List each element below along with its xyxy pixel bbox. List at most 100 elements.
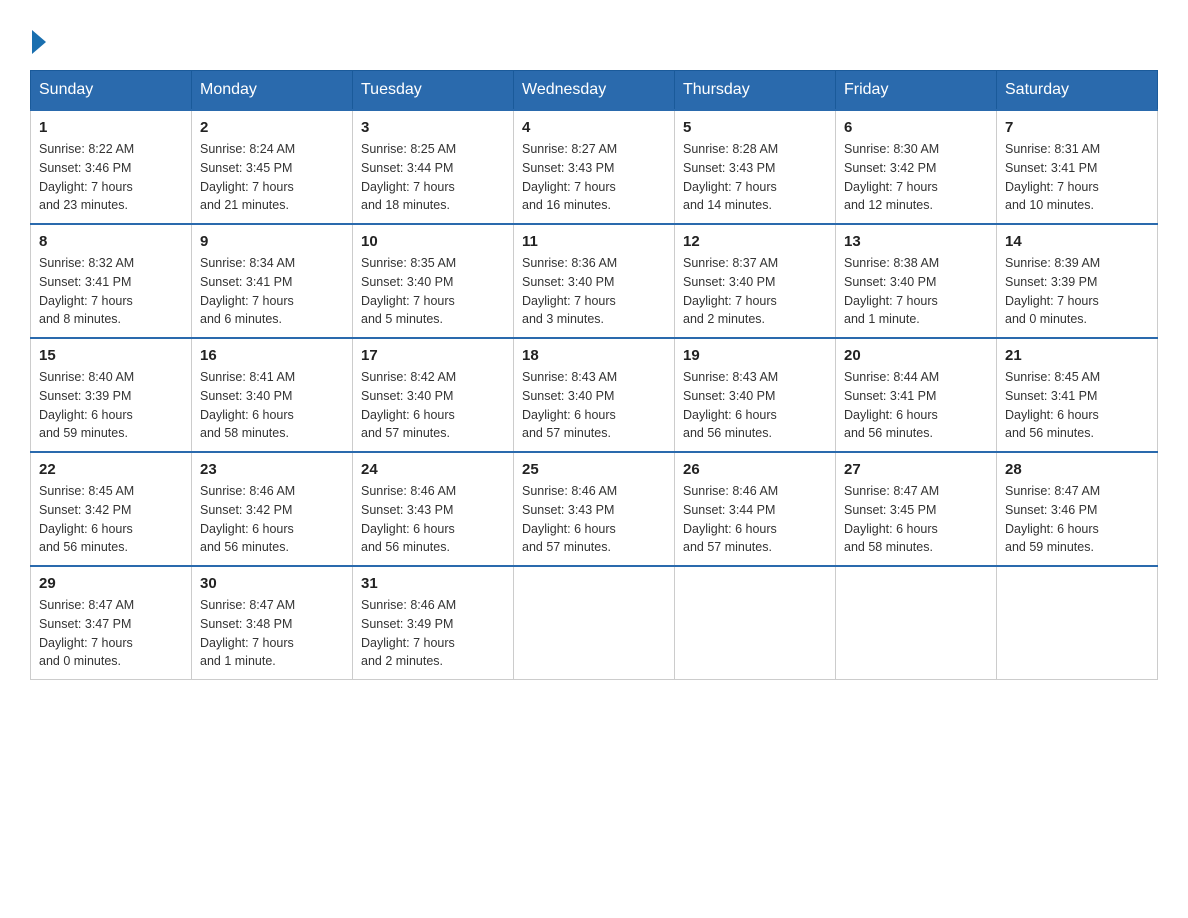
day-number: 24 (361, 461, 505, 478)
calendar-week-row: 22 Sunrise: 8:45 AM Sunset: 3:42 PM Dayl… (31, 452, 1158, 566)
calendar-week-row: 29 Sunrise: 8:47 AM Sunset: 3:47 PM Dayl… (31, 566, 1158, 680)
day-info: Sunrise: 8:39 AM Sunset: 3:39 PM Dayligh… (1005, 254, 1149, 329)
day-info: Sunrise: 8:36 AM Sunset: 3:40 PM Dayligh… (522, 254, 666, 329)
calendar-cell: 7 Sunrise: 8:31 AM Sunset: 3:41 PM Dayli… (997, 110, 1158, 224)
day-info: Sunrise: 8:45 AM Sunset: 3:41 PM Dayligh… (1005, 368, 1149, 443)
calendar-cell: 30 Sunrise: 8:47 AM Sunset: 3:48 PM Dayl… (192, 566, 353, 680)
day-info: Sunrise: 8:45 AM Sunset: 3:42 PM Dayligh… (39, 482, 183, 557)
day-info: Sunrise: 8:46 AM Sunset: 3:43 PM Dayligh… (361, 482, 505, 557)
day-number: 13 (844, 233, 988, 250)
day-number: 22 (39, 461, 183, 478)
day-info: Sunrise: 8:31 AM Sunset: 3:41 PM Dayligh… (1005, 140, 1149, 215)
day-number: 26 (683, 461, 827, 478)
day-info: Sunrise: 8:42 AM Sunset: 3:40 PM Dayligh… (361, 368, 505, 443)
calendar-cell: 20 Sunrise: 8:44 AM Sunset: 3:41 PM Dayl… (836, 338, 997, 452)
day-number: 29 (39, 575, 183, 592)
calendar-cell (836, 566, 997, 680)
day-info: Sunrise: 8:47 AM Sunset: 3:45 PM Dayligh… (844, 482, 988, 557)
day-number: 19 (683, 347, 827, 364)
calendar-header-wednesday: Wednesday (514, 71, 675, 111)
calendar-cell: 28 Sunrise: 8:47 AM Sunset: 3:46 PM Dayl… (997, 452, 1158, 566)
day-info: Sunrise: 8:46 AM Sunset: 3:49 PM Dayligh… (361, 596, 505, 671)
calendar-header-sunday: Sunday (31, 71, 192, 111)
calendar-header-saturday: Saturday (997, 71, 1158, 111)
day-number: 20 (844, 347, 988, 364)
calendar-cell: 26 Sunrise: 8:46 AM Sunset: 3:44 PM Dayl… (675, 452, 836, 566)
calendar-cell: 9 Sunrise: 8:34 AM Sunset: 3:41 PM Dayli… (192, 224, 353, 338)
day-info: Sunrise: 8:43 AM Sunset: 3:40 PM Dayligh… (522, 368, 666, 443)
calendar-cell: 8 Sunrise: 8:32 AM Sunset: 3:41 PM Dayli… (31, 224, 192, 338)
logo (30, 30, 46, 50)
day-info: Sunrise: 8:46 AM Sunset: 3:42 PM Dayligh… (200, 482, 344, 557)
page-header (30, 30, 1158, 50)
calendar-header-row: SundayMondayTuesdayWednesdayThursdayFrid… (31, 71, 1158, 111)
calendar-cell: 23 Sunrise: 8:46 AM Sunset: 3:42 PM Dayl… (192, 452, 353, 566)
calendar-cell: 27 Sunrise: 8:47 AM Sunset: 3:45 PM Dayl… (836, 452, 997, 566)
calendar-cell: 19 Sunrise: 8:43 AM Sunset: 3:40 PM Dayl… (675, 338, 836, 452)
calendar-cell: 22 Sunrise: 8:45 AM Sunset: 3:42 PM Dayl… (31, 452, 192, 566)
calendar-week-row: 15 Sunrise: 8:40 AM Sunset: 3:39 PM Dayl… (31, 338, 1158, 452)
day-number: 7 (1005, 119, 1149, 136)
day-number: 15 (39, 347, 183, 364)
day-number: 4 (522, 119, 666, 136)
day-info: Sunrise: 8:41 AM Sunset: 3:40 PM Dayligh… (200, 368, 344, 443)
calendar-cell: 2 Sunrise: 8:24 AM Sunset: 3:45 PM Dayli… (192, 110, 353, 224)
day-number: 6 (844, 119, 988, 136)
calendar-header-tuesday: Tuesday (353, 71, 514, 111)
day-number: 5 (683, 119, 827, 136)
day-number: 16 (200, 347, 344, 364)
day-number: 31 (361, 575, 505, 592)
calendar-cell: 15 Sunrise: 8:40 AM Sunset: 3:39 PM Dayl… (31, 338, 192, 452)
calendar-cell: 12 Sunrise: 8:37 AM Sunset: 3:40 PM Dayl… (675, 224, 836, 338)
calendar-cell: 6 Sunrise: 8:30 AM Sunset: 3:42 PM Dayli… (836, 110, 997, 224)
day-number: 11 (522, 233, 666, 250)
day-number: 25 (522, 461, 666, 478)
day-info: Sunrise: 8:35 AM Sunset: 3:40 PM Dayligh… (361, 254, 505, 329)
calendar-table: SundayMondayTuesdayWednesdayThursdayFrid… (30, 70, 1158, 680)
calendar-header-monday: Monday (192, 71, 353, 111)
calendar-cell (997, 566, 1158, 680)
calendar-cell: 13 Sunrise: 8:38 AM Sunset: 3:40 PM Dayl… (836, 224, 997, 338)
day-info: Sunrise: 8:47 AM Sunset: 3:46 PM Dayligh… (1005, 482, 1149, 557)
calendar-cell: 29 Sunrise: 8:47 AM Sunset: 3:47 PM Dayl… (31, 566, 192, 680)
day-info: Sunrise: 8:46 AM Sunset: 3:43 PM Dayligh… (522, 482, 666, 557)
day-info: Sunrise: 8:27 AM Sunset: 3:43 PM Dayligh… (522, 140, 666, 215)
calendar-cell: 3 Sunrise: 8:25 AM Sunset: 3:44 PM Dayli… (353, 110, 514, 224)
calendar-cell: 5 Sunrise: 8:28 AM Sunset: 3:43 PM Dayli… (675, 110, 836, 224)
day-info: Sunrise: 8:30 AM Sunset: 3:42 PM Dayligh… (844, 140, 988, 215)
calendar-cell: 31 Sunrise: 8:46 AM Sunset: 3:49 PM Dayl… (353, 566, 514, 680)
calendar-cell: 1 Sunrise: 8:22 AM Sunset: 3:46 PM Dayli… (31, 110, 192, 224)
calendar-cell: 14 Sunrise: 8:39 AM Sunset: 3:39 PM Dayl… (997, 224, 1158, 338)
calendar-week-row: 8 Sunrise: 8:32 AM Sunset: 3:41 PM Dayli… (31, 224, 1158, 338)
day-number: 30 (200, 575, 344, 592)
day-info: Sunrise: 8:22 AM Sunset: 3:46 PM Dayligh… (39, 140, 183, 215)
calendar-cell: 25 Sunrise: 8:46 AM Sunset: 3:43 PM Dayl… (514, 452, 675, 566)
calendar-cell: 11 Sunrise: 8:36 AM Sunset: 3:40 PM Dayl… (514, 224, 675, 338)
day-number: 3 (361, 119, 505, 136)
day-info: Sunrise: 8:47 AM Sunset: 3:48 PM Dayligh… (200, 596, 344, 671)
calendar-cell: 17 Sunrise: 8:42 AM Sunset: 3:40 PM Dayl… (353, 338, 514, 452)
calendar-cell: 24 Sunrise: 8:46 AM Sunset: 3:43 PM Dayl… (353, 452, 514, 566)
day-number: 14 (1005, 233, 1149, 250)
day-number: 9 (200, 233, 344, 250)
day-info: Sunrise: 8:44 AM Sunset: 3:41 PM Dayligh… (844, 368, 988, 443)
day-number: 1 (39, 119, 183, 136)
calendar-cell: 4 Sunrise: 8:27 AM Sunset: 3:43 PM Dayli… (514, 110, 675, 224)
day-number: 17 (361, 347, 505, 364)
day-number: 18 (522, 347, 666, 364)
day-info: Sunrise: 8:46 AM Sunset: 3:44 PM Dayligh… (683, 482, 827, 557)
day-info: Sunrise: 8:43 AM Sunset: 3:40 PM Dayligh… (683, 368, 827, 443)
day-info: Sunrise: 8:38 AM Sunset: 3:40 PM Dayligh… (844, 254, 988, 329)
day-info: Sunrise: 8:25 AM Sunset: 3:44 PM Dayligh… (361, 140, 505, 215)
day-info: Sunrise: 8:37 AM Sunset: 3:40 PM Dayligh… (683, 254, 827, 329)
day-info: Sunrise: 8:24 AM Sunset: 3:45 PM Dayligh… (200, 140, 344, 215)
calendar-cell: 10 Sunrise: 8:35 AM Sunset: 3:40 PM Dayl… (353, 224, 514, 338)
day-number: 8 (39, 233, 183, 250)
calendar-cell: 18 Sunrise: 8:43 AM Sunset: 3:40 PM Dayl… (514, 338, 675, 452)
day-info: Sunrise: 8:28 AM Sunset: 3:43 PM Dayligh… (683, 140, 827, 215)
day-number: 27 (844, 461, 988, 478)
day-info: Sunrise: 8:34 AM Sunset: 3:41 PM Dayligh… (200, 254, 344, 329)
day-info: Sunrise: 8:40 AM Sunset: 3:39 PM Dayligh… (39, 368, 183, 443)
calendar-header-thursday: Thursday (675, 71, 836, 111)
logo-arrow-icon (32, 30, 46, 54)
